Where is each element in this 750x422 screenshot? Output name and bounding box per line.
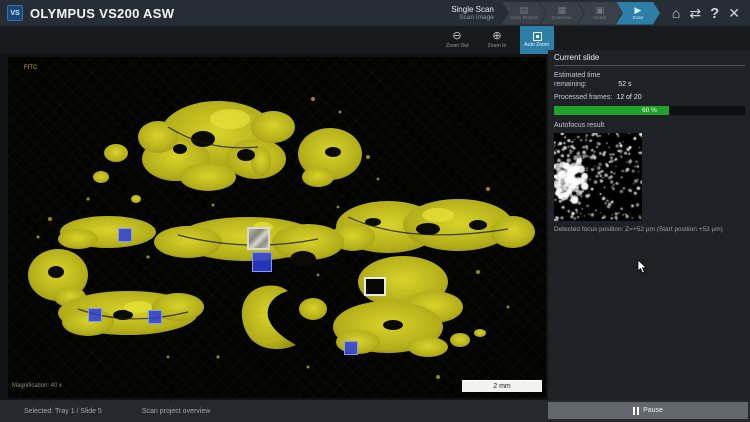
mouse-cursor [637,260,648,275]
slide-scan-image [8,57,546,398]
overview-icon: ▦ [558,6,567,15]
zoom-in-button[interactable]: ⊕ Zoom In [480,26,514,54]
estimated-time-label: Estimated time remaining: [554,71,600,90]
switch-view-icon[interactable]: ⇄ [689,6,701,20]
slide-image-viewport[interactable]: FITC Magnification: 40 x 2 mm [8,57,546,398]
step-overview[interactable]: ▦ Overview [540,2,584,25]
scan-frame-marker [88,308,102,322]
autofocus-thumbnail [554,133,642,221]
pause-icon [633,407,639,415]
step-detail[interactable]: ▣ Detail [578,2,622,25]
pause-button[interactable]: Pause [548,402,748,419]
app-title: OLYMPUS VS200 ASW [30,6,174,21]
detail-icon: ▣ [596,6,605,15]
app-logo-icon: VS [7,5,23,21]
zoom-out-icon: ⊖ [452,31,461,42]
estimated-time-row: Estimated time remaining: 52 s [554,71,745,90]
step-scan-project[interactable]: ▤ Scan Project [502,2,546,25]
processed-frames-value: 12 of 20 [616,94,641,101]
scan-progress-bar: 60 % [554,106,745,115]
selected-slide-label: Selected: Tray 1 / Slide 5 [24,408,102,415]
scan-frame-marker [344,341,358,355]
current-frame-marker [247,227,270,250]
scan-mode-label: Single Scan Scan Image [451,5,494,22]
step-scan[interactable]: ▶ Scan [616,2,660,25]
help-icon[interactable]: ? [710,6,719,21]
scan-mode-line2: Scan Image [451,14,494,21]
panel-title: Current slide [554,53,745,66]
application-window: VS OLYMPUS VS200 ASW Single Scan Scan Im… [0,0,750,422]
close-icon[interactable]: ✕ [728,6,740,20]
processed-frames-label: Processed frames: [554,94,612,101]
channel-label: FITC [24,65,37,71]
tissue-sections [28,101,535,357]
magnification-label: Magnification: 40 x [12,383,62,389]
scan-mode-line1: Single Scan [451,5,494,14]
scan-project-overview-link[interactable]: Scan project overview [142,408,210,415]
zoom-in-icon: ⊕ [492,31,501,42]
processed-frames-row: Processed frames: 12 of 20 [554,94,745,101]
scale-bar: 2 mm [462,380,542,392]
titlebar: VS OLYMPUS VS200 ASW Single Scan Scan Im… [0,0,750,26]
auto-zoom-icon [533,32,542,41]
window-controls: ⌂ ⇄ ? ✕ [672,6,740,21]
scan-frame-marker [148,310,162,324]
zoom-out-button[interactable]: ⊖ Zoom Out [440,26,474,54]
workflow-stepper: ▤ Scan Project ▦ Overview ▣ Detail ▶ Sca… [502,2,660,25]
autofocus-result-label: Autofocus result [554,122,745,129]
estimated-time-value: 52 s [618,80,631,89]
focus-position-text: Detected focus position: Z=+52 µm (Start… [554,226,745,233]
zoom-tool-group: ⊖ Zoom Out ⊕ Zoom In Auto Zoom [440,26,554,54]
scan-frame-marker [252,252,272,272]
scan-icon: ▶ [634,6,641,15]
scan-project-icon: ▤ [520,6,529,15]
statusbar: Selected: Tray 1 / Slide 5 Scan project … [0,400,750,422]
next-frame-marker [364,277,386,296]
scan-frame-marker [118,228,132,242]
current-slide-panel: Current slide Estimated time remaining: … [548,50,750,400]
progress-percent: 60 % [554,106,745,115]
home-icon[interactable]: ⌂ [672,6,680,20]
